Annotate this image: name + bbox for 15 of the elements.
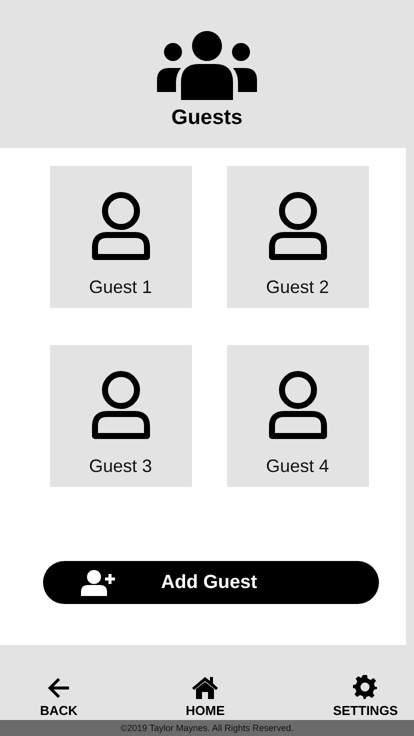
page-title: Guests (171, 106, 243, 130)
guest-card[interactable]: Guest 2 (226, 166, 368, 308)
home-icon (191, 675, 220, 699)
copyright-text: ©2019 Taylor Maynes. All Rights Reserved. (120, 723, 294, 733)
guest-card[interactable]: Guest 4 (226, 345, 368, 487)
guest-card[interactable]: Guest 1 (50, 166, 192, 308)
nav-button[interactable]: BACK (40, 677, 78, 718)
guest-card[interactable]: Guest 3 (50, 345, 192, 487)
add-guest-button[interactable]: Add Guest (43, 561, 379, 604)
back-arrow-icon (46, 677, 71, 699)
nav-button[interactable]: SETTINGS (332, 675, 398, 718)
add-person-icon (81, 570, 115, 596)
settings-icon (353, 675, 378, 699)
group-icon (157, 30, 257, 100)
nav-button[interactable]: HOME (186, 675, 225, 718)
